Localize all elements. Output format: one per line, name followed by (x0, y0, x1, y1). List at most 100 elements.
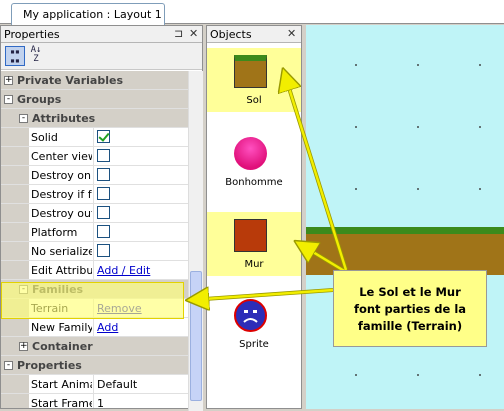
properties-toolbar: ▪▪ ▪▪ A↓ Z (1, 43, 202, 70)
property-row[interactable]: Edit Attributes Add / Edit (1, 261, 198, 280)
sort-az-icon[interactable]: A↓ Z (26, 46, 46, 66)
property-row[interactable]: Start Frame 1 (1, 394, 198, 408)
property-link[interactable]: Add (97, 321, 118, 334)
property-name: Destroy on S (31, 169, 92, 182)
row-indent (13, 261, 29, 279)
close-icon[interactable]: ✕ (189, 27, 198, 40)
row-indent (13, 128, 29, 146)
row-gutter (1, 375, 13, 393)
category-row[interactable]: - Properties (1, 356, 198, 375)
objects-panel-header: Objects ✕ (207, 26, 301, 43)
property-value (93, 147, 198, 165)
property-value: Add (93, 318, 198, 336)
category-label: Groups (17, 93, 62, 106)
property-row[interactable]: Solid (1, 128, 198, 147)
scrollbar-thumb[interactable] (190, 271, 202, 401)
row-gutter (1, 185, 13, 203)
property-row[interactable]: Destroy out (1, 204, 198, 223)
row-indent (13, 166, 29, 184)
pin-icon[interactable]: ⊐ (174, 27, 183, 40)
collapse-icon[interactable]: - (19, 114, 28, 123)
object-item[interactable]: Sprite (207, 292, 301, 356)
property-name: Solid (31, 131, 58, 144)
property-row[interactable]: Destroy if fa (1, 185, 198, 204)
object-item[interactable]: Sol (207, 48, 301, 112)
property-row[interactable]: Center view (1, 147, 198, 166)
properties-panel-header: Properties ⊐ ✕ (1, 26, 202, 43)
property-row[interactable]: No serialize (1, 242, 198, 261)
object-item[interactable]: Bonhomme (207, 130, 301, 194)
properties-panel: Properties ⊐ ✕ ▪▪ ▪▪ A↓ Z + Private Variabl… (0, 25, 203, 411)
checkbox[interactable] (97, 187, 110, 200)
checkbox-checked[interactable] (97, 130, 110, 143)
row-gutter (1, 204, 13, 222)
objects-panel: Objects ✕ Sol Bonhomme Mur Sprite (206, 25, 302, 409)
object-item[interactable]: Mur (207, 212, 301, 276)
callout-line-1: Le Sol et le Mur (359, 285, 461, 299)
property-row[interactable]: Platform (1, 223, 198, 242)
row-indent (13, 185, 29, 203)
property-name: Destroy if fa (31, 188, 92, 201)
category-row[interactable]: - Groups (1, 90, 198, 109)
row-indent (13, 147, 29, 165)
property-name: Center view (31, 150, 92, 163)
ground-tiles (306, 227, 504, 275)
expand-icon[interactable]: + (4, 76, 13, 85)
property-value (93, 128, 198, 146)
row-gutter (1, 166, 13, 184)
property-value (93, 223, 198, 241)
property-value: Add / Edit (93, 261, 198, 279)
row-indent (13, 242, 29, 260)
property-name: No serialize (31, 245, 92, 258)
properties-panel-title: Properties (4, 28, 60, 41)
layout-canvas[interactable] (306, 25, 504, 409)
property-value-text[interactable]: 1 (97, 397, 104, 408)
row-indent (13, 223, 29, 241)
category-label: Private Variables (17, 74, 124, 87)
checkbox[interactable] (97, 206, 110, 219)
checkbox[interactable] (97, 149, 110, 162)
expand-icon[interactable]: + (19, 342, 28, 351)
row-gutter (1, 242, 13, 260)
categorized-view-icon[interactable]: ▪▪ ▪▪ (5, 46, 25, 66)
property-value (93, 185, 198, 203)
subcategory-row[interactable]: - Attributes (1, 109, 198, 128)
families-highlight (1, 282, 184, 319)
checkbox[interactable] (97, 225, 110, 238)
row-indent (13, 318, 29, 336)
row-gutter (1, 128, 13, 146)
property-link[interactable]: Add / Edit (97, 264, 150, 277)
object-label: Sol (246, 95, 262, 106)
category-label: Container (32, 340, 93, 353)
property-value: 1 (93, 394, 198, 408)
row-gutter (1, 394, 13, 408)
sprite-face-icon (243, 310, 258, 323)
row-gutter (1, 147, 13, 165)
callout-line-3: famille (Terrain) (357, 319, 463, 333)
collapse-icon[interactable]: - (4, 95, 13, 104)
property-row[interactable]: Start Animation Default (1, 375, 198, 394)
property-name: Destroy out (31, 207, 92, 220)
row-gutter (1, 223, 13, 241)
close-icon[interactable]: ✕ (287, 27, 296, 40)
sprite-icon (234, 299, 267, 332)
property-value-text[interactable]: Default (97, 378, 137, 391)
mur-icon (234, 219, 267, 252)
category-row[interactable]: + Private Variables (1, 71, 198, 90)
property-row[interactable]: New Family Add (1, 318, 198, 337)
document-tab[interactable]: My application : Layout 1 (11, 3, 165, 25)
property-name: Start Animation (31, 378, 92, 391)
properties-scrollbar[interactable] (188, 71, 203, 411)
checkbox[interactable] (97, 168, 110, 181)
subcategory-row[interactable]: + Container (1, 337, 198, 356)
property-value (93, 242, 198, 260)
row-indent (13, 394, 29, 408)
property-row[interactable]: Destroy on S (1, 166, 198, 185)
checkbox[interactable] (97, 244, 110, 257)
collapse-icon[interactable]: - (4, 361, 13, 370)
property-name: Start Frame (31, 397, 92, 408)
property-name: Platform (31, 226, 78, 239)
row-gutter (1, 318, 13, 336)
object-label: Bonhomme (225, 177, 283, 188)
category-label: Attributes (32, 112, 96, 125)
